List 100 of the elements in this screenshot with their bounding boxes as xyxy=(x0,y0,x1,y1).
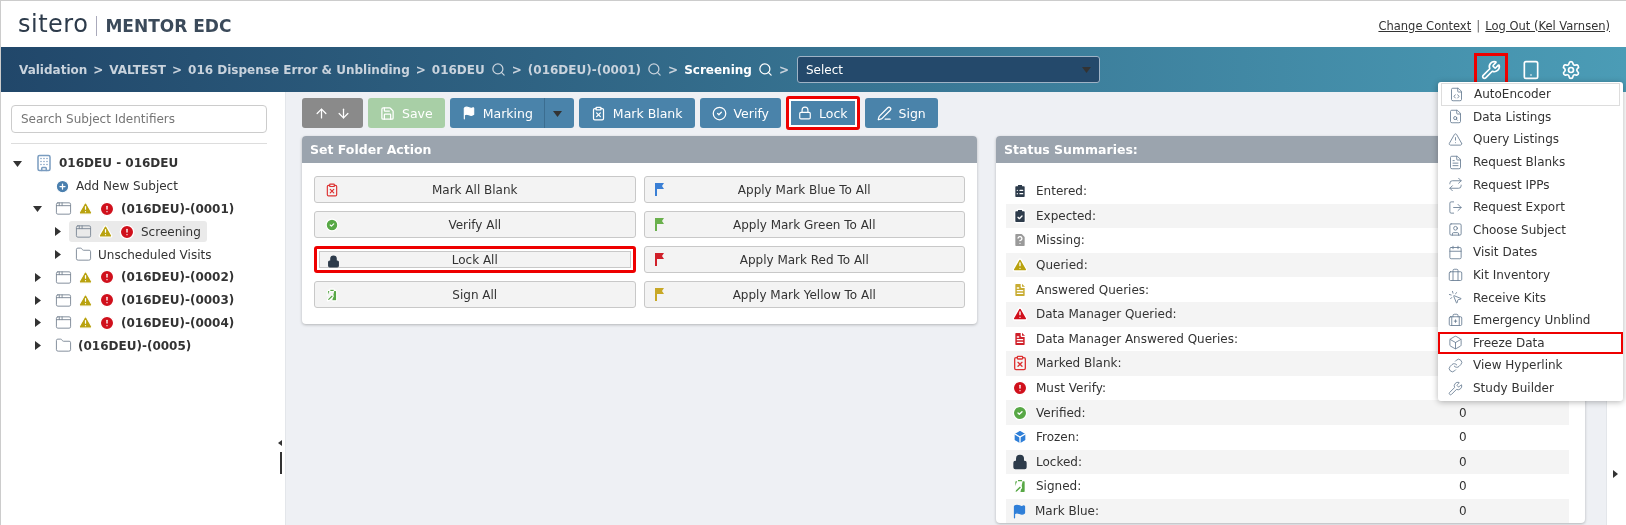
document-icon xyxy=(1012,281,1028,298)
collapse-handle-icon[interactable] xyxy=(278,440,283,474)
tree-item[interactable]: (016DEU)-(0005) xyxy=(49,335,198,357)
action-button[interactable]: Lock All xyxy=(314,246,636,273)
tree-item[interactable]: 016DEU - 016DEU xyxy=(29,152,185,175)
tree-item[interactable]: (016DEU)-(0001) xyxy=(49,198,241,220)
menu-item[interactable]: Request IPPs xyxy=(1438,173,1623,196)
breadcrumb[interactable]: 016DEU xyxy=(431,62,485,77)
dropdown-caret-icon[interactable] xyxy=(552,108,562,118)
status-value: 0 xyxy=(1459,479,1468,494)
status-value: 0 xyxy=(1459,430,1468,445)
status-label: Verified: xyxy=(1036,405,1086,420)
expand-caret-icon[interactable] xyxy=(52,227,62,237)
status-label: Data Manager Answered Queries: xyxy=(1036,331,1238,346)
window-icon xyxy=(55,291,72,309)
toolbar-button[interactable]: Mark Blank xyxy=(578,98,695,128)
header-link[interactable]: Change Context xyxy=(1378,18,1472,33)
breadcrumb-separator: > xyxy=(93,62,104,77)
header-link[interactable]: Log Out (Kel Varnsen) xyxy=(1485,18,1610,33)
menu-item[interactable]: Freeze Data xyxy=(1438,331,1623,355)
separator: | xyxy=(1476,18,1481,33)
breadcrumb-separator: > xyxy=(511,62,522,77)
cube-icon xyxy=(1448,335,1463,351)
breadcrumb[interactable]: 016 Dispense Error & Unblinding xyxy=(188,62,410,77)
expand-caret-icon[interactable] xyxy=(32,295,42,305)
breadcrumb[interactable]: Validation xyxy=(19,62,88,77)
menu-item[interactable]: Kit Inventory xyxy=(1438,263,1623,287)
expand-caret-icon[interactable] xyxy=(32,204,42,214)
tree-item[interactable]: (016DEU)-(0004) xyxy=(49,312,241,334)
status-label: Queried: xyxy=(1036,258,1088,273)
tree-item[interactable]: (016DEU)-(0002) xyxy=(49,266,241,288)
lock-icon xyxy=(327,255,340,268)
expand-caret-icon[interactable] xyxy=(32,318,42,328)
lock-icon xyxy=(1012,453,1028,470)
action-button[interactable]: Verify All xyxy=(314,211,636,238)
menu-item[interactable]: View Hyperlink xyxy=(1438,354,1623,377)
status-label: Mark Blue: xyxy=(1035,504,1099,518)
expand-caret-icon[interactable] xyxy=(32,341,42,351)
menu-item[interactable]: Choose Subject xyxy=(1438,218,1623,242)
menu-item[interactable]: AutoEncoder xyxy=(1441,83,1620,106)
calendar-icon xyxy=(1448,244,1463,260)
check-circle-icon xyxy=(711,105,727,121)
expand-caret-icon[interactable] xyxy=(32,272,42,282)
cube-icon xyxy=(1012,429,1028,446)
toolbar-button[interactable]: Verify xyxy=(699,98,781,128)
menu-item[interactable]: Receive Kits xyxy=(1438,286,1623,309)
search-file-icon xyxy=(1448,109,1463,125)
search-icon xyxy=(490,62,506,77)
status-label: Entered: xyxy=(1036,184,1087,199)
expand-arrow-icon[interactable] xyxy=(1613,470,1618,478)
alert-icon xyxy=(99,201,115,217)
expand-caret-icon[interactable] xyxy=(12,158,22,168)
menu-item[interactable]: Request Export xyxy=(1438,195,1623,219)
check-circle-icon xyxy=(325,218,339,232)
status-label: Frozen: xyxy=(1036,430,1080,445)
breadcrumb-separator: > xyxy=(172,62,183,77)
warning-icon xyxy=(78,201,93,217)
swap-icon xyxy=(1448,177,1463,193)
search-field[interactable]: Search Subject Identifiers xyxy=(11,105,267,133)
check-circle-icon xyxy=(1012,404,1028,421)
breadcrumb[interactable]: VALTEST xyxy=(109,62,166,77)
action-button[interactable]: Apply Mark Red To All xyxy=(643,246,965,273)
tablet-icon xyxy=(1521,59,1541,80)
move-button[interactable] xyxy=(302,98,363,128)
status-label: Marked Blank: xyxy=(1036,356,1122,371)
settings-icon xyxy=(1561,59,1581,80)
breadcrumb[interactable]: (016DEU)-(0001) xyxy=(527,62,642,77)
menu-item[interactable]: Visit Dates xyxy=(1438,241,1623,264)
menu-item[interactable]: Data Listings xyxy=(1438,105,1623,129)
warning-icon xyxy=(1012,257,1028,274)
tree-item[interactable]: Add New Subject xyxy=(49,176,184,196)
expand-caret-icon[interactable] xyxy=(52,250,62,260)
panel-title: Set Folder Action xyxy=(302,136,977,163)
wrench-icon xyxy=(1481,59,1501,80)
action-button[interactable]: Apply Mark Yellow To All xyxy=(643,281,965,308)
medical-case-icon xyxy=(1448,312,1463,328)
logo: sitero xyxy=(18,10,89,38)
toolbar-button[interactable]: Marking xyxy=(449,98,574,128)
toolbar-button[interactable]: Sign xyxy=(864,98,938,128)
folder-icon xyxy=(75,246,92,264)
tree-item[interactable]: Unscheduled Visits xyxy=(69,244,218,266)
flag-icon xyxy=(461,106,476,120)
action-button[interactable]: Mark All Blank xyxy=(314,176,636,203)
form-select[interactable]: Select xyxy=(796,56,1100,83)
tree-item[interactable]: Screening xyxy=(69,221,207,243)
lock-icon xyxy=(798,106,812,120)
breadcrumb-separator: > xyxy=(415,62,426,77)
action-button[interactable]: Apply Mark Green To All xyxy=(643,211,965,238)
menu-item[interactable]: Study Builder xyxy=(1438,376,1623,400)
toolbar-button[interactable]: Lock xyxy=(786,96,860,130)
alert-icon xyxy=(119,223,135,240)
breadcrumb-separator: > xyxy=(668,62,679,77)
action-button[interactable]: Sign All xyxy=(314,281,636,308)
action-button[interactable]: Apply Mark Blue To All xyxy=(643,176,965,203)
breadcrumb[interactable]: Screening xyxy=(684,62,752,77)
menu-item[interactable]: Emergency Unblind xyxy=(1438,308,1623,332)
status-value: 0 xyxy=(1459,454,1468,469)
tree-item[interactable]: (016DEU)-(0003) xyxy=(49,289,241,311)
product-name: MENTOR EDC xyxy=(96,16,232,36)
flag-icon xyxy=(1012,503,1027,519)
